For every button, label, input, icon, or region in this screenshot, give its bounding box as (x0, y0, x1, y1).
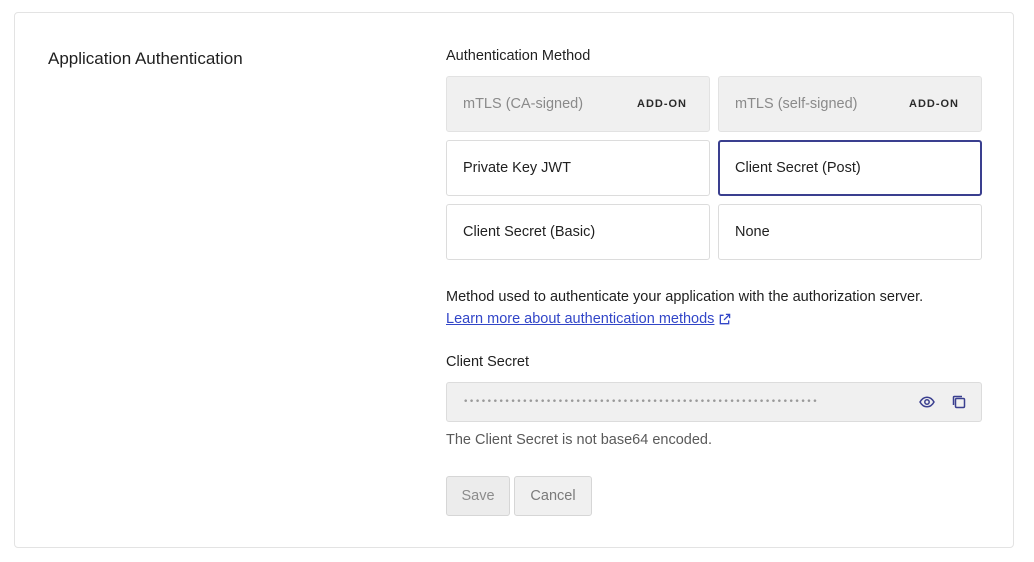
method-option-label: Client Secret (Basic) (463, 224, 596, 240)
copy-icon (952, 395, 966, 409)
save-button[interactable]: Save (446, 476, 510, 516)
auth-method-label: Authentication Method (446, 48, 591, 64)
copy-secret-button[interactable] (945, 388, 973, 416)
client-secret-label: Client Secret (446, 354, 530, 370)
eye-icon (919, 396, 935, 408)
description-text: Method used to authenticate your applica… (446, 289, 924, 305)
addon-badge: ADD-ON (909, 98, 959, 110)
external-link-icon (720, 313, 731, 324)
method-option-label: Private Key JWT (463, 160, 571, 176)
client-secret-hint: The Client Secret is not base64 encoded. (446, 432, 712, 448)
method-option-client-secret-basic[interactable]: Client Secret (Basic) (446, 204, 710, 260)
auth-method-options: mTLS (CA-signed) ADD-ON mTLS (self-signe… (446, 76, 982, 260)
method-option-mtls-ca-signed: mTLS (CA-signed) ADD-ON (446, 76, 710, 132)
method-option-client-secret-post[interactable]: Client Secret (Post) (718, 140, 982, 196)
cancel-button[interactable]: Cancel (514, 476, 592, 516)
addon-badge: ADD-ON (637, 98, 687, 110)
learn-more-link[interactable]: Learn more about authentication methods (446, 308, 731, 330)
reveal-secret-button[interactable] (913, 388, 941, 416)
method-option-private-key-jwt[interactable]: Private Key JWT (446, 140, 710, 196)
method-option-label: None (735, 224, 770, 240)
client-secret-field (446, 382, 982, 422)
method-option-label: Client Secret (Post) (735, 160, 861, 176)
application-authentication-card: Application Authentication Authenticatio… (14, 12, 1014, 548)
section-title: Application Authentication (48, 49, 243, 68)
method-option-none[interactable]: None (718, 204, 982, 260)
learn-more-link-text: Learn more about authentication methods (446, 311, 715, 327)
auth-method-description: Method used to authenticate your applica… (446, 286, 923, 330)
method-option-label: mTLS (CA-signed) (463, 96, 584, 112)
method-option-mtls-self-signed: mTLS (self-signed) ADD-ON (718, 76, 982, 132)
client-secret-input[interactable] (463, 397, 909, 407)
method-option-label: mTLS (self-signed) (735, 96, 858, 112)
